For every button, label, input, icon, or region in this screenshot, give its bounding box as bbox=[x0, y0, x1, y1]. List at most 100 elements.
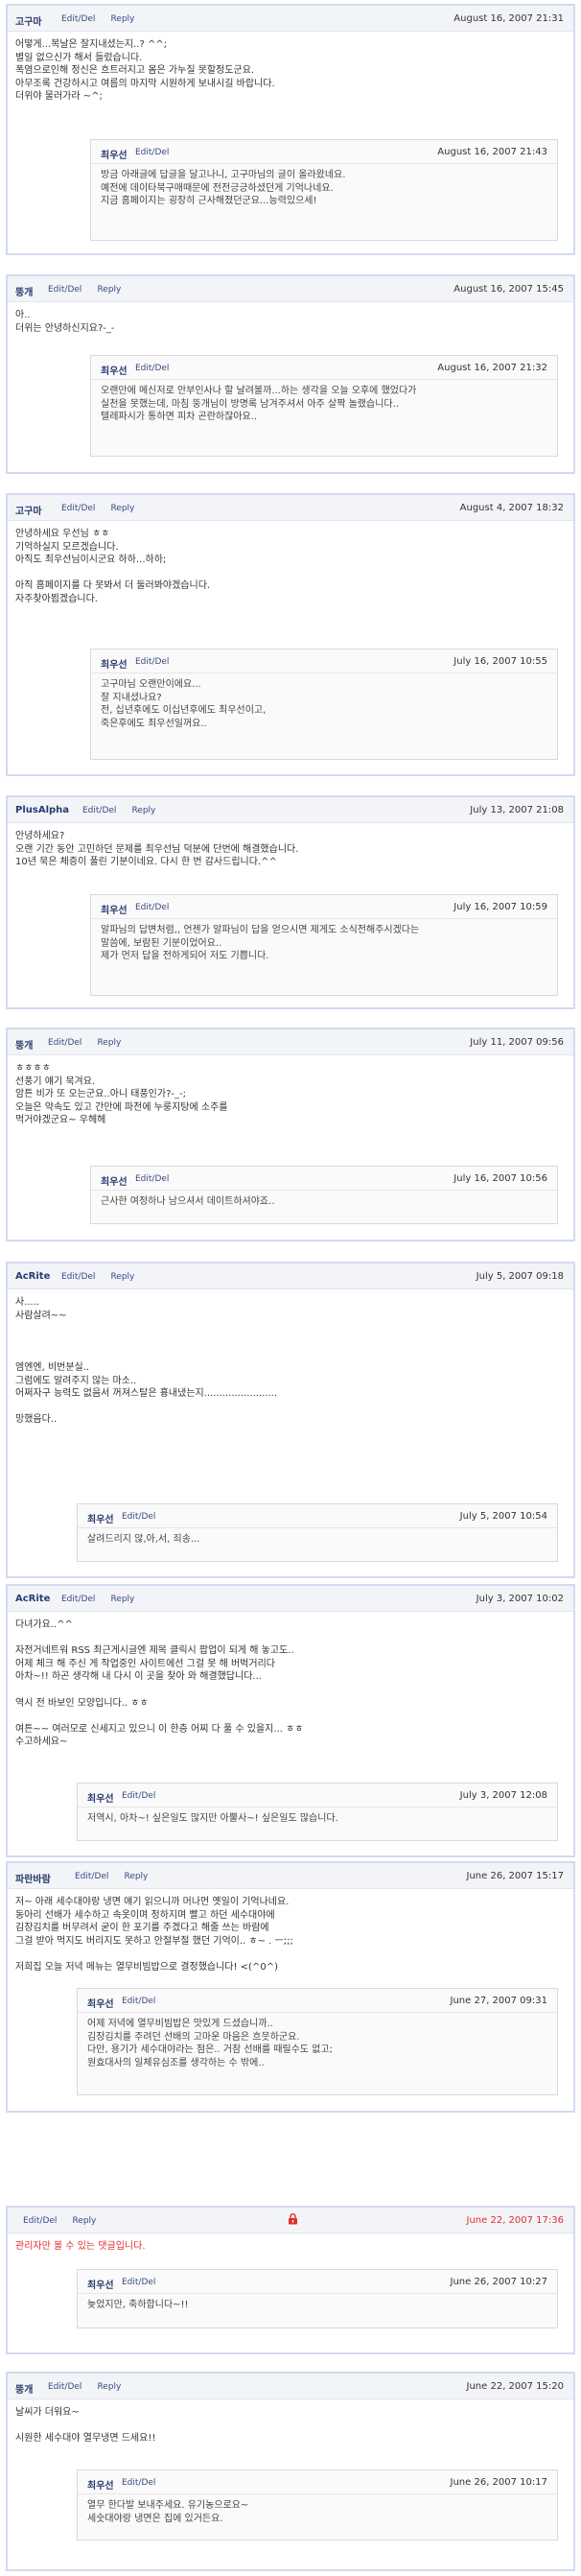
entry-date: July 11, 2007 09:56 bbox=[470, 1037, 564, 1048]
reply-date: June 26, 2007 10:17 bbox=[450, 2477, 547, 2488]
entry-links: Edit/Del Reply bbox=[23, 2216, 111, 2226]
reply-text: 방금 아래글에 답글을 달고나니, 고구마님의 글이 올라왔네요. 예전에 데이… bbox=[101, 170, 346, 207]
reply-link[interactable]: Reply bbox=[97, 2382, 121, 2392]
entry-author[interactable]: 뚱개 bbox=[15, 1037, 33, 1052]
entry-author[interactable]: PlusAlpha bbox=[15, 805, 69, 815]
reply-body: 어제 저녁에 열무비빔밥은 맛있게 드셨습니까.. 김장김치를 주려던 선배의 … bbox=[78, 2013, 557, 2075]
reply-body: 열무 한다발 보내주세요. 유기농으로요~ 세숫대야랑 냉면은 집에 있거든요. bbox=[78, 2494, 557, 2531]
entry-text: 아.. 더위는 안녕하신지요?-_- bbox=[15, 310, 115, 334]
reply-text: 어제 저녁에 열무비빔밥은 맛있게 드셨습니까.. 김장김치를 주려던 선배의 … bbox=[87, 2019, 333, 2068]
edit-del-link[interactable]: Edit/Del bbox=[48, 285, 81, 295]
entry-body: 아.. 더위는 안녕하신지요?-_- bbox=[8, 302, 573, 335]
reply-link[interactable]: Reply bbox=[72, 2216, 96, 2226]
edit-del-link[interactable]: Edit/Del bbox=[23, 2216, 57, 2226]
reply-body: 오랜만에 메신저로 안부인사나 할 날려볼까...하는 생각을 오늘 오후에 했… bbox=[91, 380, 557, 430]
reply-body: 알파님의 답변처럼,, 언젠가 알파님이 답을 얻으시면 제게도 소식전해주시겠… bbox=[91, 919, 557, 969]
entry-date: July 13, 2007 21:08 bbox=[470, 805, 564, 815]
reply-body: 근사한 여정하나 남으셔서 데이트하셔야죠.. bbox=[91, 1191, 557, 1215]
edit-del-link[interactable]: Edit/Del bbox=[61, 14, 95, 24]
reply-link[interactable]: Reply bbox=[97, 285, 121, 295]
reply-body: 늦었지만, 축하합니다~!! bbox=[78, 2294, 557, 2318]
entry-body: 저~ 아래 세수대야랑 냉면 얘기 읽으니까 머나먼 옛일이 기억나네요. 동아… bbox=[8, 1889, 573, 1974]
reply-author: 최우선 bbox=[101, 151, 128, 161]
reply-link[interactable]: Reply bbox=[110, 504, 134, 513]
reply-author: 최우선 bbox=[87, 1999, 114, 2010]
reply-link[interactable]: Reply bbox=[110, 1595, 134, 1604]
reply-body: 살려드리지 않,아,서, 죄송... bbox=[78, 1528, 557, 1552]
reply-edit-del-link[interactable]: Edit/Del bbox=[135, 148, 169, 157]
reply-text: 저역시, 아차~! 싶은일도 많지만 아뿔사~! 싶은일도 많습니다. bbox=[87, 1813, 338, 1824]
guestbook-entry: 뚱개 Edit/Del Reply June 22, 2007 15:20 날씨가… bbox=[6, 2372, 575, 2571]
lock-icon bbox=[288, 2213, 298, 2225]
reply-author: 최우선 bbox=[87, 1794, 114, 1805]
guestbook-entry: Edit/Del Reply June 22, 2007 17:36 관리자만 볼… bbox=[6, 2206, 575, 2354]
reply-box: 최우선 Edit/Del July 16, 2007 10:56 근사한 여정하… bbox=[90, 1166, 558, 1224]
guestbook-entry: 뚱개 Edit/Del Reply August 16, 2007 15:45 아… bbox=[6, 274, 575, 474]
reply-edit-del-link[interactable]: Edit/Del bbox=[135, 1174, 169, 1184]
entry-header: PlusAlpha Edit/Del Reply July 13, 2007 21… bbox=[8, 797, 573, 823]
edit-del-link[interactable]: Edit/Del bbox=[75, 1872, 108, 1881]
entry-author[interactable]: 고구마 bbox=[15, 13, 42, 28]
entry-body: 어떻게...복날은 잘지내셨는지..? ^^; 별일 없으신가 해서 들렀습니다… bbox=[8, 32, 573, 104]
entry-body: ㅎㅎㅎㅎ 선풍기 얘기 묵겨요. 암튼 비가 또 오는군요..아니 태풍인가?-… bbox=[8, 1055, 573, 1127]
entry-text: 안녕하세요? 오랜 기간 동안 고민하던 문제를 최우선님 덕분에 단번에 해결… bbox=[15, 831, 299, 868]
edit-del-link[interactable]: Edit/Del bbox=[82, 806, 116, 815]
reply-link[interactable]: Reply bbox=[97, 1038, 121, 1048]
reply-link[interactable]: Reply bbox=[110, 14, 134, 24]
reply-box: 최우선 Edit/Del June 26, 2007 10:27 늦었지만, 축… bbox=[77, 2269, 558, 2328]
reply-edit-del-link[interactable]: Edit/Del bbox=[122, 1512, 155, 1522]
entry-date: August 4, 2007 18:32 bbox=[459, 503, 564, 513]
entry-author[interactable]: AcRite bbox=[15, 1594, 50, 1604]
edit-del-link[interactable]: Edit/Del bbox=[48, 1038, 81, 1048]
reply-edit-del-link[interactable]: Edit/Del bbox=[122, 2278, 155, 2287]
edit-del-link[interactable]: Edit/Del bbox=[61, 1272, 95, 1282]
reply-date: July 16, 2007 10:59 bbox=[453, 902, 547, 912]
entry-header: 고구마 Edit/Del Reply August 16, 2007 21:31 bbox=[8, 6, 573, 32]
entry-author[interactable]: 뚱개 bbox=[15, 2381, 33, 2396]
reply-text: 근사한 여정하나 남으셔서 데이트하셔야죠.. bbox=[101, 1196, 275, 1207]
reply-link[interactable]: Reply bbox=[131, 806, 155, 815]
entry-text: ㅎㅎㅎㅎ 선풍기 얘기 묵겨요. 암튼 비가 또 오는군요..아니 태풍인가?-… bbox=[15, 1063, 228, 1126]
guestbook: 고구마 Edit/Del Reply August 16, 2007 21:31 … bbox=[0, 0, 581, 2576]
reply-header: 최우선 Edit/Del August 16, 2007 21:32 bbox=[91, 356, 557, 380]
reply-edit-del-link[interactable]: Edit/Del bbox=[135, 903, 169, 912]
entry-header: 뚱개 Edit/Del Reply June 22, 2007 15:20 bbox=[8, 2374, 573, 2399]
entry-links: Edit/Del Reply bbox=[61, 1595, 150, 1604]
reply-text: 고구마님 오랜만이에요... 잘 지내셨나요? 전, 십년후에도 이십년후에도 … bbox=[101, 679, 267, 729]
entry-author[interactable]: 뚱개 bbox=[15, 284, 33, 298]
reply-edit-del-link[interactable]: Edit/Del bbox=[122, 2478, 155, 2488]
reply-author: 최우선 bbox=[101, 660, 128, 671]
reply-body: 고구마님 오랜만이에요... 잘 지내셨나요? 전, 십년후에도 이십년후에도 … bbox=[91, 674, 557, 736]
entry-header: AcRite Edit/Del Reply July 5, 2007 09:18 bbox=[8, 1264, 573, 1289]
reply-date: August 16, 2007 21:43 bbox=[437, 147, 547, 157]
edit-del-link[interactable]: Edit/Del bbox=[48, 2382, 81, 2392]
reply-edit-del-link[interactable]: Edit/Del bbox=[135, 657, 169, 667]
reply-edit-del-link[interactable]: Edit/Del bbox=[135, 364, 169, 373]
reply-link[interactable]: Reply bbox=[124, 1872, 148, 1881]
reply-body: 방금 아래글에 답글을 달고나니, 고구마님의 글이 올라왔네요. 예전에 데이… bbox=[91, 164, 557, 214]
edit-del-link[interactable]: Edit/Del bbox=[61, 1595, 95, 1604]
entry-body: 사..... 사람살려~~ 엠엔엔, 비번분실.. 그럼에도 알려주지 않는 마… bbox=[8, 1289, 573, 1427]
entry-author[interactable]: AcRite bbox=[15, 1271, 50, 1282]
reply-link[interactable]: Reply bbox=[110, 1272, 134, 1282]
edit-del-link[interactable]: Edit/Del bbox=[61, 504, 95, 513]
reply-author: 최우선 bbox=[87, 2281, 114, 2291]
entry-author[interactable]: 파란바람 bbox=[15, 1871, 51, 1885]
reply-author: 최우선 bbox=[101, 906, 128, 916]
reply-header: 최우선 Edit/Del June 26, 2007 10:27 bbox=[78, 2270, 557, 2294]
reply-text: 열무 한다발 보내주세요. 유기농으로요~ 세숫대야랑 냉면은 집에 있거든요. bbox=[87, 2500, 249, 2524]
entry-links: Edit/Del Reply bbox=[48, 1038, 136, 1048]
reply-box: 최우선 Edit/Del July 16, 2007 10:59 알파님의 답변… bbox=[90, 894, 558, 996]
entry-links: Edit/Del Reply bbox=[82, 806, 171, 815]
guestbook-entry: 고구마 Edit/Del Reply August 16, 2007 21:31 … bbox=[6, 4, 575, 255]
guestbook-entry: AcRite Edit/Del Reply July 5, 2007 09:18 … bbox=[6, 1262, 575, 1578]
private-comment-notice: 관리자만 볼 수 있는 댓글입니다. bbox=[15, 2241, 146, 2252]
entry-links: Edit/Del Reply bbox=[61, 14, 150, 24]
entry-author[interactable]: 고구마 bbox=[15, 503, 42, 517]
reply-edit-del-link[interactable]: Edit/Del bbox=[122, 1997, 155, 2006]
reply-header: 최우선 Edit/Del August 16, 2007 21:43 bbox=[91, 140, 557, 164]
reply-edit-del-link[interactable]: Edit/Del bbox=[122, 1791, 155, 1801]
reply-header: 최우선 Edit/Del July 16, 2007 10:59 bbox=[91, 895, 557, 919]
entry-date: July 5, 2007 09:18 bbox=[476, 1271, 564, 1282]
reply-author: 최우선 bbox=[101, 1177, 128, 1188]
